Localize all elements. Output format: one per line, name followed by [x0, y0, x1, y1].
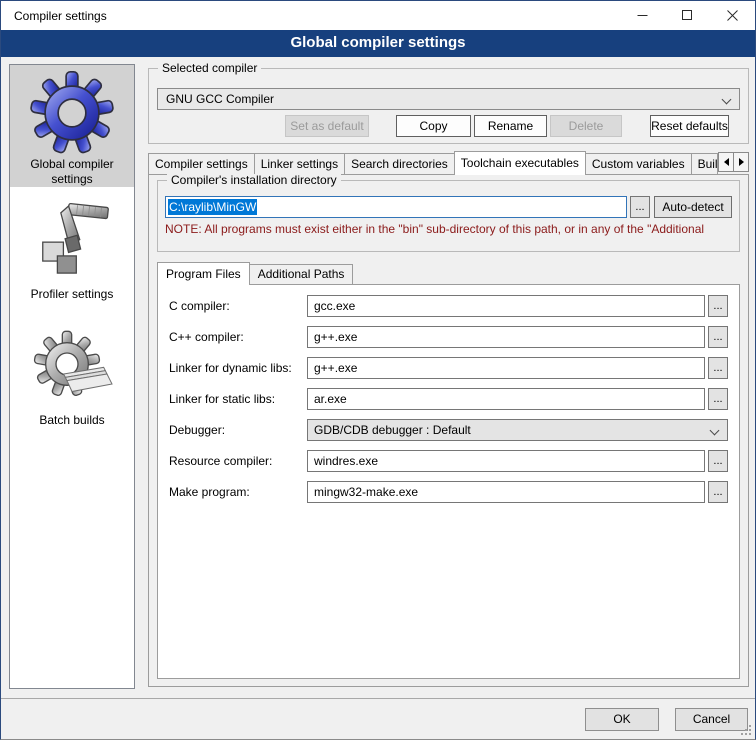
programs-notebook: Program Files Additional Paths C compile… — [157, 261, 740, 679]
make-program-label: Make program: — [169, 485, 307, 499]
c-compiler-input[interactable]: gcc.exe — [307, 295, 705, 317]
static-linker-input[interactable]: ar.exe — [307, 388, 705, 410]
field-row-debugger: Debugger: GDB/CDB debugger : Default — [169, 419, 728, 441]
cpp-compiler-input[interactable]: g++.exe — [307, 326, 705, 348]
installation-directory-group-label: Compiler's installation directory — [167, 173, 341, 187]
c-compiler-label: C compiler: — [169, 299, 307, 313]
cpp-compiler-browse-button[interactable]: ... — [708, 326, 728, 348]
tab-scroll-left-button[interactable] — [718, 152, 734, 172]
resource-compiler-input[interactable]: windres.exe — [307, 450, 705, 472]
compiler-settings-dialog: Compiler settings Global compiler settin… — [0, 0, 756, 740]
close-button[interactable] — [710, 1, 755, 30]
settings-tabs: Compiler settings Linker settings Search… — [148, 150, 749, 174]
compiler-actions: Set as default Copy Rename Delete Reset … — [157, 115, 740, 137]
tab-scroll-right-button[interactable] — [733, 152, 749, 172]
resource-compiler-label: Resource compiler: — [169, 454, 307, 468]
window-title: Compiler settings — [1, 9, 620, 23]
chevron-down-icon — [722, 95, 732, 105]
dynamic-linker-browse-button[interactable]: ... — [708, 357, 728, 379]
static-linker-browse-button[interactable]: ... — [708, 388, 728, 410]
cpp-compiler-label: C++ compiler: — [169, 330, 307, 344]
c-compiler-value: gcc.exe — [314, 299, 355, 313]
subtab-additional-paths[interactable]: Additional Paths — [249, 264, 354, 284]
resource-compiler-browse-button[interactable]: ... — [708, 450, 728, 472]
debugger-value: GDB/CDB debugger : Default — [314, 423, 471, 437]
page-title: Global compiler settings — [1, 30, 755, 57]
dialog-body: Global compiler settings — [1, 57, 755, 739]
tab-linker-settings[interactable]: Linker settings — [254, 153, 345, 174]
make-program-browse-button[interactable]: ... — [708, 481, 728, 503]
field-row-make-program: Make program: mingw32-make.exe ... — [169, 481, 728, 503]
sidebar-item-batch-builds[interactable]: Batch builds — [10, 315, 134, 435]
minimize-icon — [637, 10, 648, 21]
caliper-icon — [29, 200, 115, 286]
chevron-down-icon — [710, 426, 720, 436]
field-row-cpp-compiler: C++ compiler: g++.exe ... — [169, 326, 728, 348]
programs-subtabs: Program Files Additional Paths — [157, 261, 740, 284]
gear-stack-icon — [30, 329, 114, 409]
installation-directory-browse-button[interactable]: ... — [630, 196, 650, 218]
c-compiler-browse-button[interactable]: ... — [708, 295, 728, 317]
installation-directory-value: C:\raylib\MinGW — [168, 199, 257, 215]
debugger-select[interactable]: GDB/CDB debugger : Default — [307, 419, 728, 441]
sidebar-item-global-compiler-settings[interactable]: Global compiler settings — [10, 65, 134, 187]
installation-directory-input[interactable]: C:\raylib\MinGW — [165, 196, 627, 218]
debugger-label: Debugger: — [169, 423, 307, 437]
field-row-resource-compiler: Resource compiler: windres.exe ... — [169, 450, 728, 472]
main-panel: Selected compiler GNU GCC Compiler Set a… — [148, 57, 749, 687]
sidebar-item-label: Profiler settings — [10, 287, 134, 308]
sidebar-item-profiler-settings[interactable]: Profiler settings — [10, 187, 134, 315]
field-row-c-compiler: C compiler: gcc.exe ... — [169, 295, 728, 317]
blue-gear-icon — [30, 71, 114, 155]
maximize-icon — [682, 10, 693, 21]
selected-compiler-group-label: Selected compiler — [158, 61, 261, 75]
ok-button[interactable]: OK — [585, 708, 659, 731]
tab-search-directories[interactable]: Search directories — [344, 153, 455, 174]
field-row-static-linker: Linker for static libs: ar.exe ... — [169, 388, 728, 410]
dynamic-linker-label: Linker for dynamic libs: — [169, 361, 307, 375]
minimize-button[interactable] — [620, 1, 665, 30]
static-linker-label: Linker for static libs: — [169, 392, 307, 406]
resource-compiler-value: windres.exe — [314, 454, 378, 468]
sidebar-item-label: Batch builds — [10, 413, 134, 434]
cancel-button[interactable]: Cancel — [675, 708, 748, 731]
static-linker-value: ar.exe — [314, 392, 347, 406]
tab-compiler-settings[interactable]: Compiler settings — [148, 153, 255, 174]
auto-detect-button[interactable]: Auto-detect — [654, 196, 732, 218]
dialog-footer: OK Cancel — [1, 698, 755, 739]
installation-directory-row: C:\raylib\MinGW ... Auto-detect — [165, 196, 732, 218]
maximize-button[interactable] — [665, 1, 710, 30]
make-program-input[interactable]: mingw32-make.exe — [307, 481, 705, 503]
tab-scroll-left-icon — [724, 158, 729, 166]
cpp-compiler-value: g++.exe — [314, 330, 357, 344]
dynamic-linker-value: g++.exe — [314, 361, 357, 375]
settings-category-list: Global compiler settings — [9, 64, 135, 689]
note-text: NOTE: All programs must exist either in … — [165, 222, 737, 236]
compiler-select-value: GNU GCC Compiler — [166, 92, 274, 106]
title-bar: Compiler settings — [1, 1, 755, 30]
rename-button[interactable]: Rename — [474, 115, 547, 137]
resize-grip[interactable] — [740, 724, 752, 736]
dynamic-linker-input[interactable]: g++.exe — [307, 357, 705, 379]
compiler-select[interactable]: GNU GCC Compiler — [157, 88, 740, 110]
tab-scroll-right-icon — [739, 158, 744, 166]
toolchain-executables-panel: Compiler's installation directory C:\ray… — [148, 174, 749, 687]
reset-defaults-button[interactable]: Reset defaults — [650, 115, 729, 137]
close-icon — [727, 10, 738, 21]
delete-button[interactable]: Delete — [550, 115, 622, 137]
set-as-default-button[interactable]: Set as default — [285, 115, 369, 137]
tab-custom-variables[interactable]: Custom variables — [585, 153, 692, 174]
installation-directory-group: Compiler's installation directory C:\ray… — [157, 180, 740, 252]
tab-toolchain-executables[interactable]: Toolchain executables — [454, 151, 586, 175]
make-program-value: mingw32-make.exe — [314, 485, 418, 499]
tab-build-options[interactable]: Builc — [691, 153, 719, 174]
program-files-page: C compiler: gcc.exe ... C++ compiler: g+… — [157, 284, 740, 679]
subtab-program-files[interactable]: Program Files — [157, 262, 250, 285]
field-row-dynamic-linker: Linker for dynamic libs: g++.exe ... — [169, 357, 728, 379]
selected-compiler-group: Selected compiler GNU GCC Compiler Set a… — [148, 68, 749, 144]
copy-button[interactable]: Copy — [396, 115, 471, 137]
